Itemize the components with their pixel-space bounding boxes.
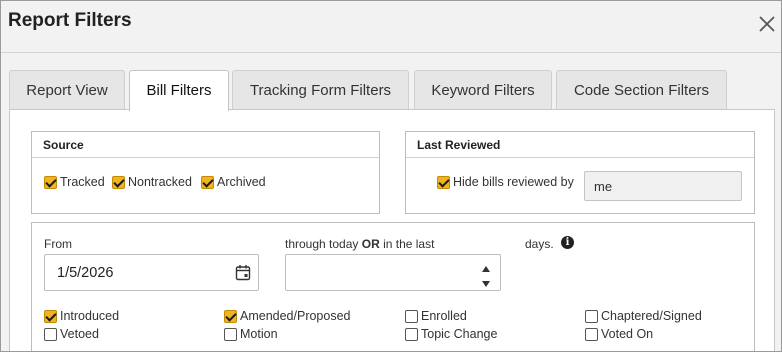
checkbox-label: Tracked [60, 175, 105, 189]
days-input[interactable] [285, 254, 501, 291]
checkbox-label: Archived [217, 175, 266, 189]
hide-reviewed-checkbox[interactable]: Hide bills reviewed by [437, 175, 574, 189]
date-status-box: From 1/5/2026 through today OR in the la… [31, 222, 755, 351]
tab-tracking-form-filters[interactable]: Tracking Form Filters [232, 70, 409, 110]
dialog-title: Report Filters [8, 10, 132, 31]
checkbox-indicator [585, 327, 598, 341]
checkbox-indicator [201, 175, 214, 189]
checkbox-label: Voted On [601, 327, 654, 341]
source-archived-checkbox[interactable]: Archived [201, 175, 266, 189]
checkbox-indicator [44, 327, 57, 341]
days-label: days. [525, 237, 554, 251]
from-label: From [44, 237, 72, 251]
checkbox-label: Chaptered/Signed [601, 309, 702, 323]
checkbox-label: Enrolled [421, 309, 467, 323]
reviewer-input[interactable]: me [584, 171, 742, 201]
through-or: OR [361, 237, 380, 251]
dialog-header: Report Filters [1, 1, 781, 53]
report-filters-dialog: Report Filters Report View Bill Filters … [0, 0, 782, 352]
checkbox-label: Amended/Proposed [240, 309, 351, 323]
from-date-input[interactable]: 1/5/2026 [44, 254, 259, 291]
status-introduced-checkbox[interactable]: Introduced [44, 309, 119, 323]
checkbox-indicator [437, 175, 450, 189]
tab-keyword-filters[interactable]: Keyword Filters [414, 70, 552, 110]
status-topic-change-checkbox[interactable]: Topic Change [405, 327, 497, 341]
through-label: through today OR in the last [285, 237, 434, 251]
checkbox-label: Motion [240, 327, 278, 341]
tab-report-view[interactable]: Report View [9, 70, 125, 110]
checkbox-indicator [112, 175, 125, 189]
through-suffix: in the last [379, 237, 435, 251]
source-title: Source [32, 132, 379, 158]
info-icon[interactable]: i [561, 236, 574, 249]
checkbox-indicator [44, 175, 57, 189]
checkbox-label: Vetoed [60, 327, 99, 341]
source-nontracked-checkbox[interactable]: Nontracked [112, 175, 192, 189]
calendar-icon[interactable] [235, 264, 251, 281]
checkbox-indicator [44, 309, 57, 323]
checkbox-indicator [224, 327, 237, 341]
decrement-icon[interactable] [480, 276, 492, 287]
checkbox-indicator [405, 327, 418, 341]
status-enrolled-checkbox[interactable]: Enrolled [405, 309, 467, 323]
status-amended-checkbox[interactable]: Amended/Proposed [224, 309, 351, 323]
source-box: Source Tracked Nontracked Archived [31, 131, 380, 214]
checkbox-indicator [224, 309, 237, 323]
checkbox-indicator [585, 309, 598, 323]
bill-filters-panel: Source Tracked Nontracked Archived Last … [9, 109, 775, 351]
through-prefix: through today [285, 237, 362, 251]
status-vetoed-checkbox[interactable]: Vetoed [44, 327, 99, 341]
checkbox-indicator [405, 309, 418, 323]
source-tracked-checkbox[interactable]: Tracked [44, 175, 105, 189]
tab-bill-filters[interactable]: Bill Filters [129, 70, 229, 111]
increment-icon[interactable] [480, 261, 492, 272]
checkbox-label: Hide bills reviewed by [453, 175, 574, 189]
last-reviewed-box: Last Reviewed Hide bills reviewed by me [405, 131, 755, 214]
close-icon[interactable] [755, 12, 779, 36]
last-reviewed-title: Last Reviewed [406, 132, 754, 158]
status-voted-on-checkbox[interactable]: Voted On [585, 327, 653, 341]
checkbox-label: Topic Change [421, 327, 498, 341]
checkbox-label: Introduced [60, 309, 120, 323]
status-motion-checkbox[interactable]: Motion [224, 327, 278, 341]
tab-code-section-filters[interactable]: Code Section Filters [556, 70, 727, 110]
from-date-value: 1/5/2026 [57, 264, 114, 281]
status-chaptered-checkbox[interactable]: Chaptered/Signed [585, 309, 702, 323]
checkbox-label: Nontracked [128, 175, 192, 189]
